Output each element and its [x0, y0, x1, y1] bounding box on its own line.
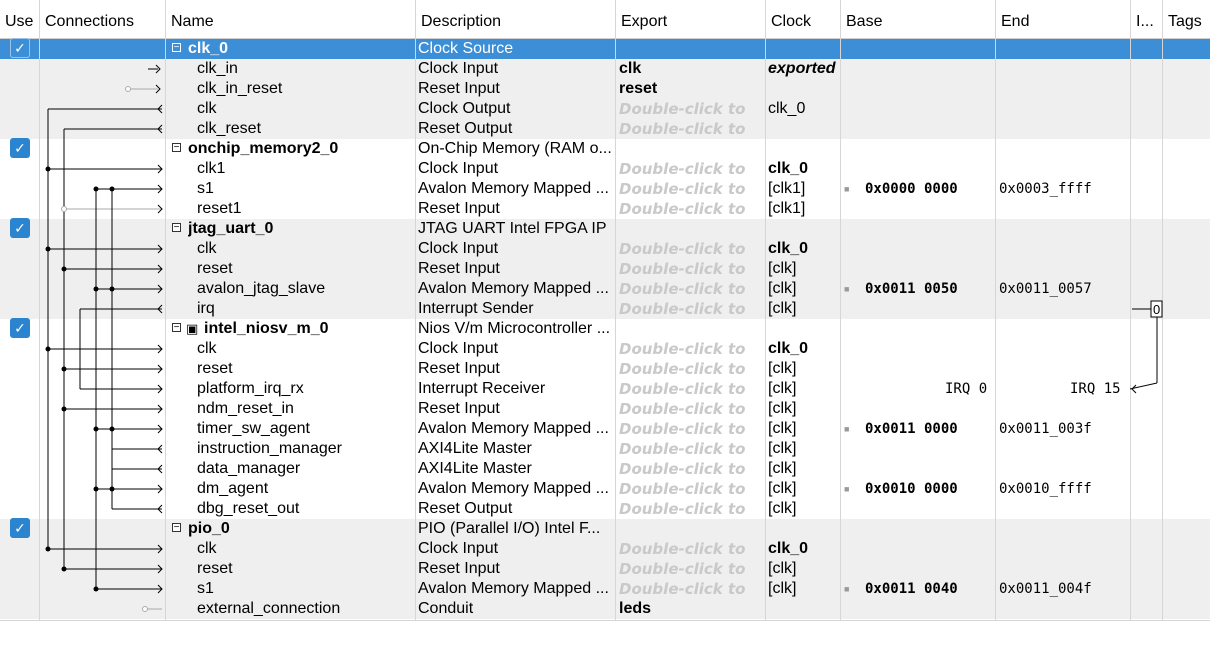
connections-diagram[interactable]: 0: [0, 0, 1210, 620]
irq-number-label: 0: [1153, 302, 1160, 317]
system-contents-table: Use Connections Name Description Export …: [0, 0, 1210, 621]
